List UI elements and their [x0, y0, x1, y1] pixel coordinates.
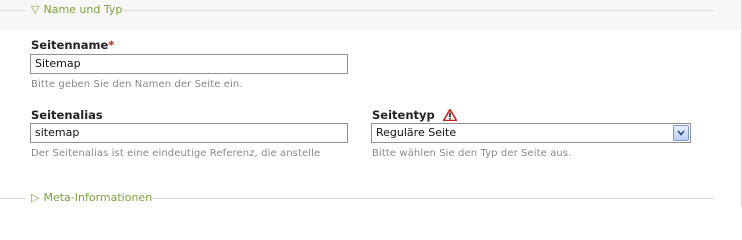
seitenalias-hint: Der Seitenalias ist eine eindeutige Refe…: [31, 148, 321, 159]
seitentyp-hint: Bitte wählen Sie den Typ der Seite aus.: [372, 148, 572, 159]
seitenname-hint: Bitte geben Sie den Namen der Seite ein.: [31, 79, 243, 90]
section-legend-name-und-typ[interactable]: ▽ Name und Typ: [31, 3, 122, 17]
expanded-triangle-icon: ▽: [31, 3, 40, 16]
seitenalias-label: Seitenalias: [31, 108, 103, 122]
seitenalias-input-value: sitemap: [35, 126, 80, 139]
seitentyp-label-text: Seitentyp: [372, 108, 435, 122]
section-legend-meta-informationen[interactable]: ▷ Meta-Informationen: [31, 191, 152, 205]
seitenname-label: Seitenname*: [31, 38, 114, 52]
section-legend-label: Name und Typ: [43, 3, 123, 16]
seitentyp-select[interactable]: Reguläre Seite: [371, 123, 691, 143]
seitenname-label-text: Seitenname: [31, 38, 109, 52]
warning-icon: [442, 108, 458, 124]
fieldset-border-top-right-meta: [152, 198, 714, 199]
seitenalias-input[interactable]: sitemap: [30, 123, 348, 143]
fieldset-border-top-left-meta: [0, 198, 26, 199]
required-marker: *: [108, 38, 115, 52]
seitentyp-label: Seitentyp: [372, 108, 458, 124]
collapsed-triangle-icon: ▷: [31, 191, 40, 204]
fieldset-border-top-left: [0, 10, 26, 11]
fieldset-border-top-right: [122, 10, 714, 11]
dropdown-button[interactable]: [673, 125, 689, 141]
seitenname-input-value: Sitemap: [35, 57, 81, 70]
chevron-down-icon: [677, 130, 685, 136]
section-legend-label: Meta-Informationen: [43, 191, 153, 204]
seitenname-input[interactable]: Sitemap: [30, 54, 348, 74]
seitentyp-select-value: Reguläre Seite: [376, 126, 457, 139]
